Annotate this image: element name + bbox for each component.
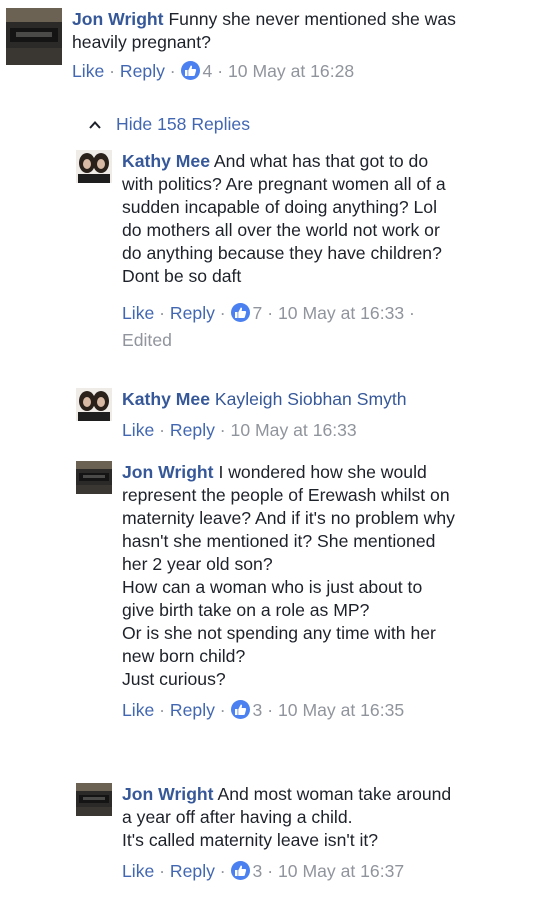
reply-text-line: maternity leave? And if it's no problem …	[122, 508, 455, 528]
reply-text-line: Or is she not spending any time with her	[122, 623, 436, 643]
separator: ·	[159, 700, 166, 720]
reaction-count[interactable]: 3	[253, 861, 263, 881]
reply-author[interactable]: Kathy Mee	[122, 151, 210, 171]
avatar[interactable]	[76, 388, 112, 421]
reaction-count[interactable]: 3	[253, 700, 263, 720]
avatar[interactable]	[6, 8, 62, 65]
reply-text: Jon Wright And most woman take around a …	[122, 783, 532, 852]
reply-text-line: hasn't she mentioned it? She mentioned	[122, 531, 436, 551]
thumbs-up-icon[interactable]	[230, 700, 250, 719]
separator: ·	[159, 861, 166, 881]
separator: ·	[217, 61, 224, 81]
separator: ·	[219, 861, 226, 881]
reply-text-line: do anything because they have children?	[122, 243, 442, 263]
like-link[interactable]: Like	[122, 303, 154, 323]
reply-author[interactable]: Jon Wright	[122, 784, 214, 804]
hide-replies-toggle[interactable]: Hide 158 Replies	[88, 113, 250, 136]
reply-timestamp[interactable]: 10 May at 16:33	[231, 420, 357, 440]
reaction-count[interactable]: 7	[253, 303, 263, 323]
reply-text-line: sudden incapable of doing anything? Lol	[122, 197, 437, 217]
chevron-up-icon	[89, 120, 101, 129]
reply-text-line: And most woman take around	[217, 784, 452, 804]
separator: ·	[219, 303, 226, 323]
reply-text-line: give birth take on a role as MP?	[122, 600, 370, 620]
reply: Jon Wright And most woman take around a …	[76, 783, 532, 883]
comment-text: Jon Wright Funny she never mentioned she…	[72, 8, 532, 54]
avatar-photo	[76, 461, 112, 494]
reply-timestamp[interactable]: 10 May at 16:35	[278, 700, 404, 720]
separator: ·	[219, 420, 226, 440]
like-link[interactable]: Like	[122, 861, 154, 881]
reply-text-line: And what has that got to do	[213, 151, 429, 171]
separator: ·	[169, 61, 176, 81]
reaction-count[interactable]: 4	[203, 61, 213, 81]
avatar[interactable]	[76, 150, 112, 183]
reply-text-line: It's called maternity leave isn't it?	[122, 830, 379, 850]
reply-meta: Like · Reply · 10 May at 16:33	[122, 419, 532, 442]
comment-author[interactable]: Jon Wright	[72, 9, 164, 29]
avatar-photo	[76, 150, 112, 183]
thumbs-up-icon[interactable]	[180, 61, 200, 80]
reply-link[interactable]: Reply	[170, 303, 215, 323]
reply-link[interactable]: Reply	[170, 420, 215, 440]
reply-meta: Like · Reply · 3 · 10 May at 16:37	[122, 860, 532, 883]
avatar-photo	[76, 783, 112, 816]
avatar-photo	[6, 8, 62, 65]
avatar-photo	[76, 388, 112, 421]
like-link[interactable]: Like	[122, 420, 154, 440]
reply-link[interactable]: Reply	[170, 861, 215, 881]
separator: ·	[409, 303, 415, 323]
reply-author[interactable]: Kathy Mee	[122, 389, 210, 409]
reply-text-line: a year off after having a child.	[122, 807, 353, 827]
comment-text-line: heavily pregnant?	[72, 32, 211, 52]
hide-replies-label: Hide 158 Replies	[116, 114, 250, 134]
comment-text-line: Funny she never mentioned she was	[168, 9, 456, 29]
thumbs-up-icon[interactable]	[230, 303, 250, 322]
comment-meta: Like · Reply · 4 · 10 May at 16:28	[72, 60, 532, 83]
reply: Kathy Mee And what has that got to do wi…	[76, 150, 532, 354]
reply-text-line: Just curious?	[122, 669, 226, 689]
reply-author[interactable]: Jon Wright	[122, 462, 214, 482]
reply-text-line: I wondered how she would	[218, 462, 427, 482]
like-link[interactable]: Like	[122, 700, 154, 720]
reply-meta: Like · Reply · 3 · 10 May at 16:35	[122, 699, 532, 722]
reply-text-line: do mothers all over the world not work o…	[122, 220, 440, 240]
separator: ·	[109, 61, 116, 81]
reply-link[interactable]: Reply	[120, 61, 165, 81]
separator: ·	[267, 303, 274, 323]
reply: Jon Wright I wondered how she would repr…	[76, 461, 532, 722]
reply-text-line: her 2 year old son?	[122, 554, 273, 574]
separator: ·	[219, 700, 226, 720]
thumbs-up-icon[interactable]	[230, 861, 250, 880]
avatar[interactable]	[76, 461, 112, 494]
reply-text: Kathy Mee Kayleigh Siobhan Smyth	[122, 388, 532, 411]
reply-text-line: How can a woman who is just about to	[122, 577, 423, 597]
reply-text-line: Dont be so daft	[122, 266, 242, 286]
separator: ·	[159, 420, 166, 440]
reply-text-line: with politics? Are pregnant women all of…	[122, 174, 446, 194]
comment: Jon Wright Funny she never mentioned she…	[6, 8, 532, 83]
reply-text-line: represent the people of Erewash whilst o…	[122, 485, 450, 505]
reply: Kathy Mee Kayleigh Siobhan Smyth Like · …	[76, 388, 532, 442]
comment-thread: Jon Wright Funny she never mentioned she…	[0, 0, 536, 900]
reply-text-line: new born child?	[122, 646, 246, 666]
reply-timestamp[interactable]: 10 May at 16:37	[278, 861, 404, 881]
reply-link[interactable]: Reply	[170, 700, 215, 720]
reply-text: Jon Wright I wondered how she would repr…	[122, 461, 532, 691]
reply-timestamp[interactable]: 10 May at 16:33	[278, 303, 404, 323]
reply-meta: Like · Reply · 7 · 10 May at 16:33 · Edi…	[122, 300, 532, 354]
separator: ·	[159, 303, 166, 323]
comment-timestamp[interactable]: 10 May at 16:28	[228, 61, 354, 81]
avatar[interactable]	[76, 783, 112, 816]
mention-link[interactable]: Kayleigh Siobhan Smyth	[215, 389, 407, 409]
reply-text: Kathy Mee And what has that got to do wi…	[122, 150, 532, 288]
separator: ·	[267, 700, 274, 720]
edited-label[interactable]: Edited	[122, 327, 532, 354]
separator: ·	[267, 861, 274, 881]
like-link[interactable]: Like	[72, 61, 104, 81]
